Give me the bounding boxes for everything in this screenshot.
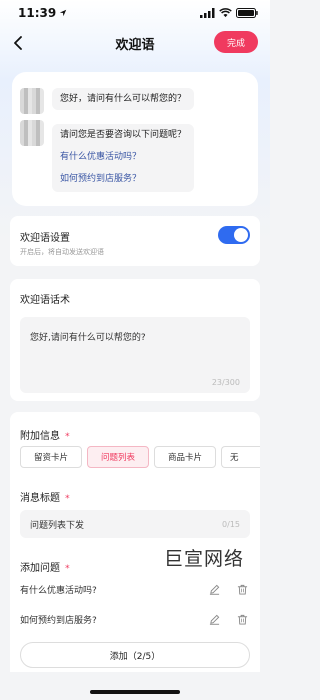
page-title: 欢迎语 bbox=[115, 37, 155, 53]
msg-title-label: 消息标题 bbox=[20, 493, 60, 504]
wifi-icon bbox=[219, 8, 232, 18]
question-row: 有什么优惠活动吗? bbox=[20, 580, 250, 598]
preview-question-link[interactable]: 有什么优惠活动吗？ bbox=[60, 146, 186, 168]
welcome-setting-subtitle: 开启后，将自动发送欢迎语 bbox=[20, 248, 104, 256]
preview-question-link[interactable]: 如何预约到店服务？ bbox=[60, 168, 186, 190]
location-arrow-icon bbox=[60, 9, 67, 17]
preview-bubble-questions: 请问您是否要咨询以下问题呢？ 有什么优惠活动吗？ 如何预约到店服务？ bbox=[52, 124, 195, 192]
welcome-text-counter: 23/300 bbox=[211, 378, 240, 387]
avatar bbox=[20, 88, 44, 114]
required-mark: * bbox=[65, 494, 70, 504]
status-icons bbox=[200, 8, 258, 18]
questions-label: 添加问题 bbox=[20, 563, 60, 574]
msg-title-counter: 0/15 bbox=[222, 519, 240, 529]
welcome-preview-card: 您好，请问有什么可以帮您的？ 请问您是否要咨询以下问题呢？ 有什么优惠活动吗？ … bbox=[12, 72, 258, 206]
preview-bubble-intro: 请问您是否要咨询以下问题呢？ bbox=[60, 130, 187, 140]
toggle-knob bbox=[234, 228, 248, 242]
status-time-group: 11:39 bbox=[18, 6, 67, 20]
chip-question-list[interactable]: 问题列表 bbox=[87, 446, 149, 468]
status-bar: 11:39 bbox=[0, 0, 270, 26]
trash-icon[interactable] bbox=[236, 613, 248, 625]
home-indicator bbox=[90, 690, 180, 694]
welcome-setting-section: 欢迎语设置 开启后，将自动发送欢迎语 bbox=[10, 216, 260, 266]
questions-label-row: 添加问题 * bbox=[20, 556, 70, 575]
attach-title: 附加信息 bbox=[20, 431, 60, 442]
back-button[interactable] bbox=[8, 32, 28, 54]
chip-lead-card[interactable]: 留资卡片 bbox=[20, 446, 82, 468]
done-button[interactable]: 完成 bbox=[214, 31, 258, 53]
attach-info-section: 附加信息 * 留资卡片 问题列表 商品卡片 无 消息标题 * 问题列表下发 0/… bbox=[10, 412, 260, 672]
required-mark: * bbox=[65, 432, 70, 442]
signal-icon bbox=[200, 8, 215, 18]
battery-icon bbox=[236, 8, 258, 18]
preview-bubble-greeting: 您好，请问有什么可以帮您的？ bbox=[52, 88, 195, 110]
trash-icon[interactable] bbox=[236, 583, 248, 595]
chip-product-card[interactable]: 商品卡片 bbox=[154, 446, 216, 468]
edit-icon[interactable] bbox=[208, 583, 220, 595]
attach-title-row: 附加信息 * bbox=[20, 424, 70, 443]
msg-title-value: 问题列表下发 bbox=[30, 520, 85, 531]
msg-title-input[interactable]: 问题列表下发 0/15 bbox=[20, 510, 250, 538]
welcome-text-section: 欢迎语话术 您好,请问有什么可以帮您的? 23/300 bbox=[10, 279, 260, 401]
welcome-toggle[interactable] bbox=[218, 226, 250, 244]
chevron-left-icon bbox=[14, 36, 22, 50]
edit-icon[interactable] bbox=[208, 613, 220, 625]
question-text: 有什么优惠活动吗? bbox=[20, 585, 97, 596]
preview-bubble-greeting-text: 您好，请问有什么可以帮您的？ bbox=[60, 94, 187, 104]
welcome-text-value: 您好,请问有什么可以帮您的? bbox=[30, 333, 146, 343]
welcome-text-title: 欢迎语话术 bbox=[20, 295, 70, 306]
nav-bar: 欢迎语 完成 bbox=[0, 28, 270, 58]
status-time: 11:39 bbox=[18, 6, 57, 20]
welcome-setting-title: 欢迎语设置 bbox=[20, 233, 70, 244]
msg-title-label-row: 消息标题 * bbox=[20, 486, 70, 505]
required-mark: * bbox=[65, 564, 70, 574]
question-text: 如何预约到店服务? bbox=[20, 615, 97, 626]
watermark-logo: 巨宣网络 bbox=[164, 548, 245, 570]
welcome-text-textarea[interactable]: 您好,请问有什么可以帮您的? 23/300 bbox=[20, 317, 250, 393]
add-question-button[interactable]: 添加（2/5） bbox=[20, 642, 250, 668]
avatar bbox=[20, 120, 44, 146]
chip-none[interactable]: 无 bbox=[221, 446, 260, 468]
question-row: 如何预约到店服务? bbox=[20, 610, 250, 628]
